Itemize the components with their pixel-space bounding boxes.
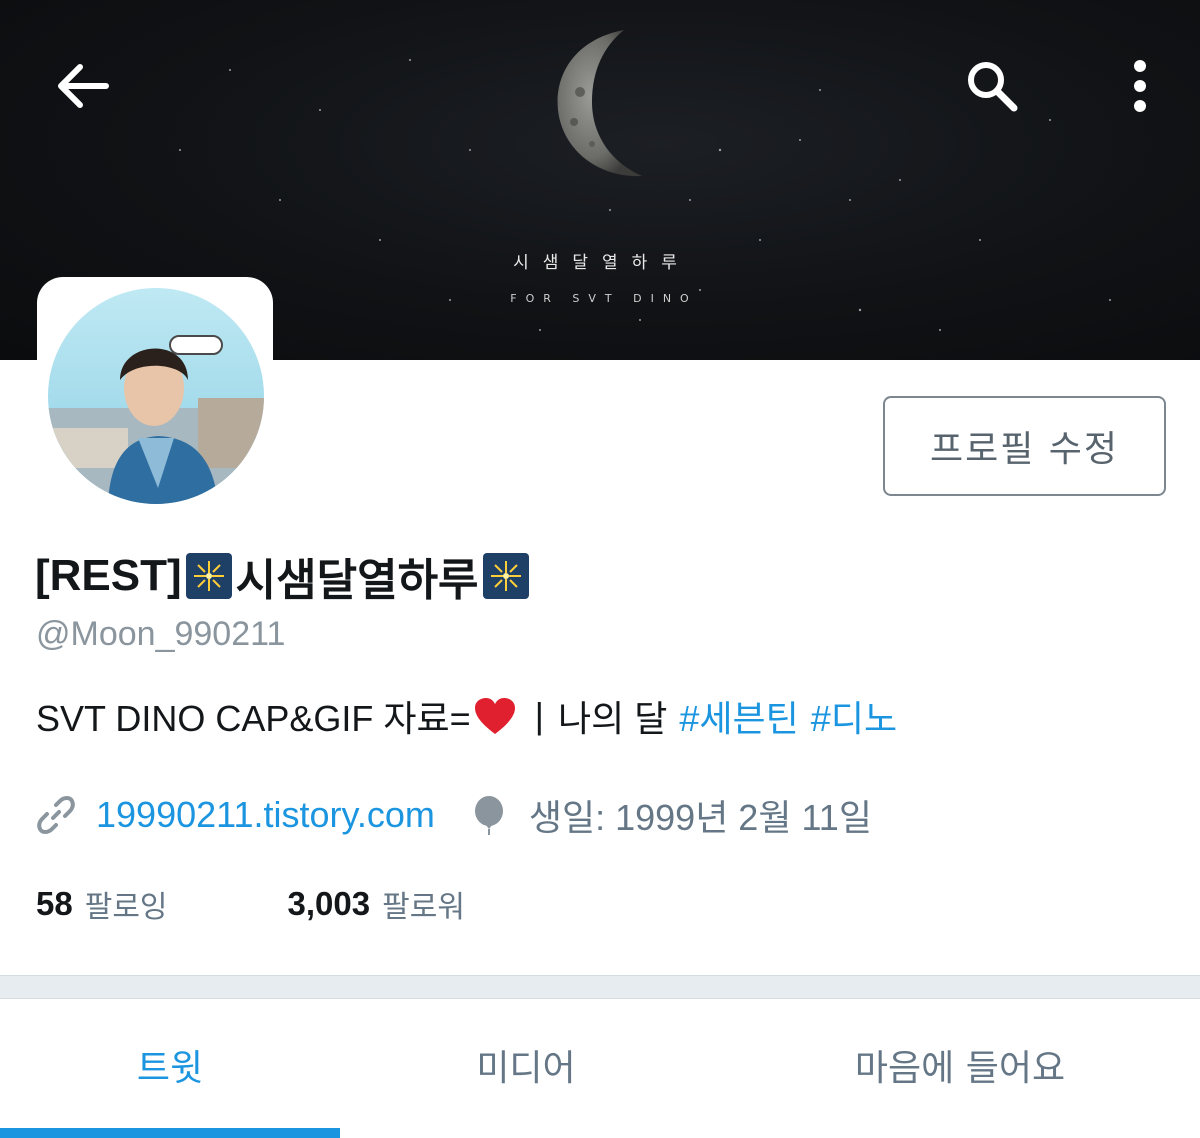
bio-separator: | xyxy=(534,695,545,736)
tab-likes[interactable]: 마음에 들어요 xyxy=(760,1000,1160,1130)
fireworks-emoji-icon xyxy=(185,553,232,599)
bio: SVT DINO CAP&GIF 자료= | 나의 달 #세븐틴 #디노 xyxy=(36,690,897,742)
bio-text: SVT DINO CAP&GIF 자료= xyxy=(36,698,471,739)
following-count: 58 xyxy=(36,885,73,922)
profile-tabs: 트윗 미디어 마음에 들어요 xyxy=(0,1000,1200,1138)
followers-label: 팔로워 xyxy=(382,891,465,924)
moon-decoration xyxy=(557,30,642,177)
fireworks-emoji-icon xyxy=(482,553,529,599)
more-vertical-icon xyxy=(1134,60,1146,112)
hashtag-link[interactable]: #디노 xyxy=(811,690,897,742)
display-name-prefix: [REST] xyxy=(35,551,182,600)
search-button[interactable] xyxy=(960,56,1024,116)
banner-title: 시샘달열하루 xyxy=(513,253,691,273)
following-stat[interactable]: 58 팔로잉 xyxy=(36,882,168,926)
more-options-button[interactable] xyxy=(1120,56,1160,116)
edit-profile-button[interactable]: 프로필 수정 xyxy=(883,396,1166,496)
website-link[interactable]: 19990211.tistory.com xyxy=(96,794,435,836)
active-tab-indicator xyxy=(0,1128,340,1138)
avatar-image xyxy=(48,288,264,504)
search-icon xyxy=(968,62,1018,112)
heart-icon xyxy=(474,698,515,734)
followers-count: 3,003 xyxy=(287,885,371,922)
section-divider xyxy=(0,975,1200,999)
bio-after-text: 나의 달 xyxy=(558,698,668,739)
following-label: 팔로잉 xyxy=(84,891,168,924)
tab-media[interactable]: 미디어 xyxy=(356,1000,696,1130)
followers-stat[interactable]: 3,003 팔로워 xyxy=(288,882,465,926)
arrow-left-icon xyxy=(58,64,109,108)
balloon-icon xyxy=(474,796,503,835)
link-icon xyxy=(37,796,75,834)
display-name: [REST] 시샘달열하루 xyxy=(35,548,533,605)
tab-tweets[interactable]: 트윗 xyxy=(0,1000,340,1130)
display-name-main: 시샘달열하루 xyxy=(235,556,479,605)
user-handle: @Moon_990211 xyxy=(36,615,286,653)
follow-stats: 58 팔로잉 3,003 팔로워 xyxy=(36,880,465,928)
birthday-text: 생일: 1999년 2월 11일 xyxy=(528,797,872,838)
back-button[interactable] xyxy=(52,56,112,116)
profile-meta: 19990211.tistory.com 생일: 1999년 2월 11일 xyxy=(36,790,872,840)
avatar[interactable] xyxy=(48,288,264,504)
hashtag-link[interactable]: #세븐틴 xyxy=(679,690,798,742)
